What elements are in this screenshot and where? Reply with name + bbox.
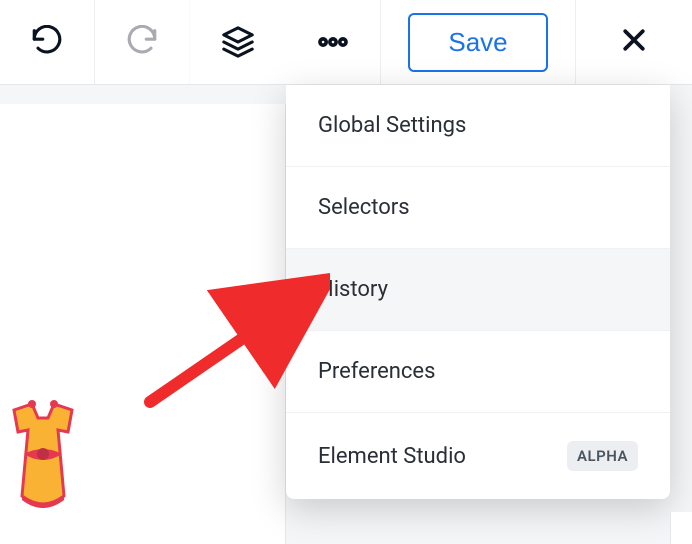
alpha-badge: ALPHA [567, 441, 638, 471]
save-button-wrapper: Save [381, 0, 576, 84]
canvas-panel [0, 104, 286, 544]
redo-icon [125, 25, 159, 59]
menu-item-global-settings[interactable]: Global Settings [286, 85, 670, 167]
undo-icon [30, 25, 64, 59]
menu-item-element-studio[interactable]: Element Studio ALPHA [286, 413, 670, 499]
layers-icon [221, 25, 255, 59]
more-options-dropdown: Global Settings Selectors History Prefer… [286, 85, 670, 499]
more-options-button[interactable] [285, 25, 380, 59]
menu-item-history[interactable]: History [286, 249, 670, 331]
save-button[interactable]: Save [408, 13, 547, 72]
redo-button[interactable] [95, 0, 190, 84]
more-horizontal-icon [314, 25, 352, 59]
close-icon [619, 25, 649, 59]
menu-item-label: Selectors [318, 195, 410, 220]
right-panel-edge [670, 512, 692, 544]
menu-item-selectors[interactable]: Selectors [286, 167, 670, 249]
menu-item-label: History [318, 277, 388, 302]
undo-button[interactable] [0, 0, 95, 84]
menu-item-label: Element Studio [318, 444, 466, 469]
toolbar-group [190, 0, 381, 84]
layers-button[interactable] [190, 25, 285, 59]
toolbar: Save [0, 0, 692, 85]
menu-item-preferences[interactable]: Preferences [286, 331, 670, 413]
dress-graphic [0, 400, 92, 510]
menu-item-label: Global Settings [318, 113, 466, 138]
menu-item-label: Preferences [318, 359, 435, 384]
close-button[interactable] [576, 0, 692, 84]
